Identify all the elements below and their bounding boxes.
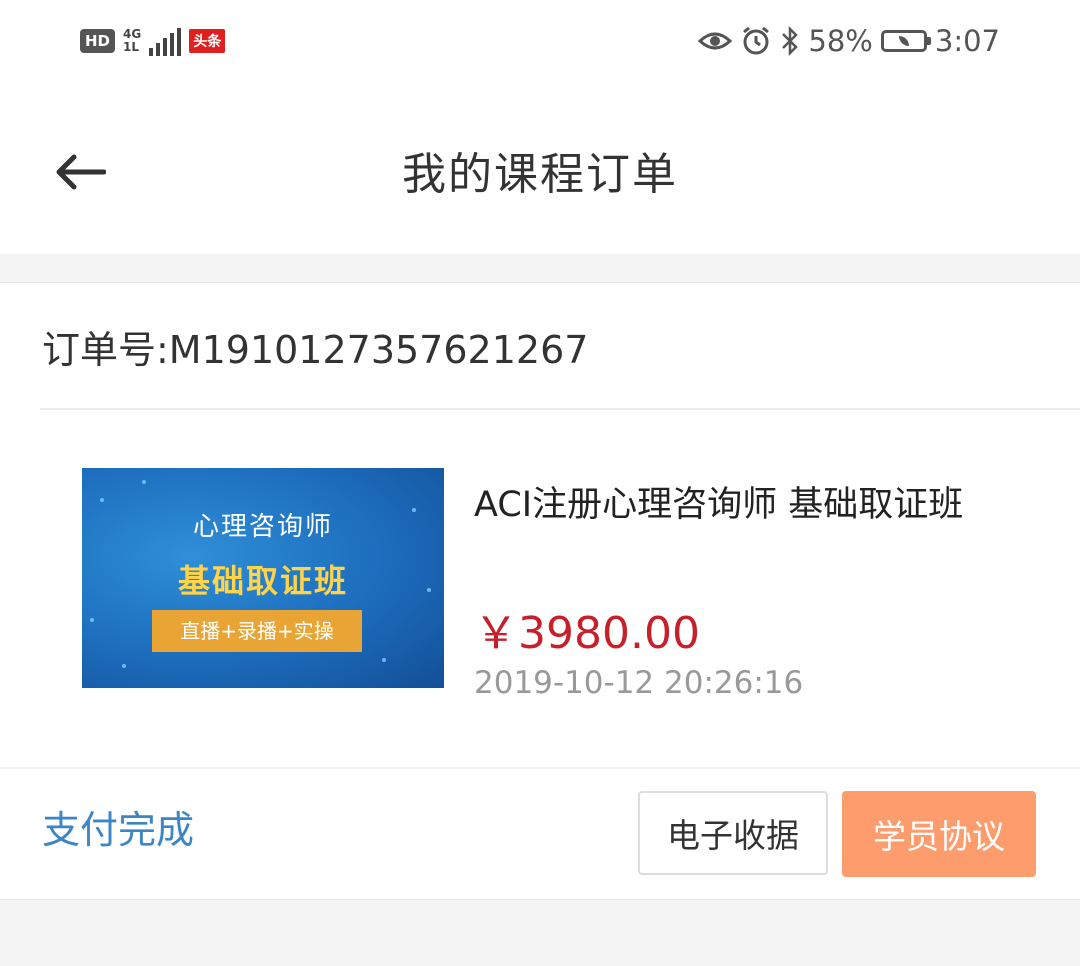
course-thumbnail[interactable]: 心理咨询师 基础取证班 直播+录播+实操 — [82, 468, 444, 688]
eye-icon — [698, 32, 733, 50]
status-bar-left: HD 4G 1L 头条 — [80, 26, 226, 56]
battery-percent: 58% — [808, 24, 873, 58]
footer-divider — [0, 767, 1080, 769]
bluetooth-icon — [782, 25, 799, 57]
status-bar: HD 4G 1L 头条 58% 3:07 — [0, 0, 1080, 88]
signal-strength-icon — [149, 26, 182, 56]
course-title[interactable]: ACI注册心理咨询师 基础取证班 — [474, 475, 1014, 535]
page-header: 我的课程订单 — [0, 88, 1080, 254]
order-card: 订单号:M1910127357621267 心理咨询师 基础取证班 直播+录播+… — [0, 282, 1080, 900]
order-number: 订单号:M1910127357621267 — [42, 328, 589, 372]
hd-icon: HD — [80, 29, 116, 53]
network-sub-label: 1L — [123, 40, 140, 54]
course-price: ￥3980.00 — [474, 608, 700, 659]
app-notification-icon: 头条 — [189, 29, 226, 53]
battery-icon — [880, 30, 931, 52]
thumbnail-tag: 直播+录播+实操 — [152, 610, 362, 652]
payment-status: 支付完成 — [42, 808, 195, 852]
alarm-icon — [743, 26, 770, 55]
page-title: 我的课程订单 — [402, 149, 678, 200]
divider — [40, 408, 1080, 410]
e-receipt-button[interactable]: 电子收据 — [638, 791, 828, 875]
battery-saver-leaf-icon — [898, 36, 909, 46]
student-agreement-button[interactable]: 学员协议 — [842, 791, 1036, 877]
clock: 3:07 — [934, 24, 1000, 58]
thumbnail-subtitle: 基础取证班 — [177, 562, 348, 600]
status-bar-right: 58% 3:07 — [698, 24, 1000, 58]
network-type-icon: 4G 1L — [123, 28, 141, 54]
thumbnail-title: 心理咨询师 — [192, 512, 333, 542]
order-time: 2019-10-12 20:26:16 — [474, 665, 804, 701]
